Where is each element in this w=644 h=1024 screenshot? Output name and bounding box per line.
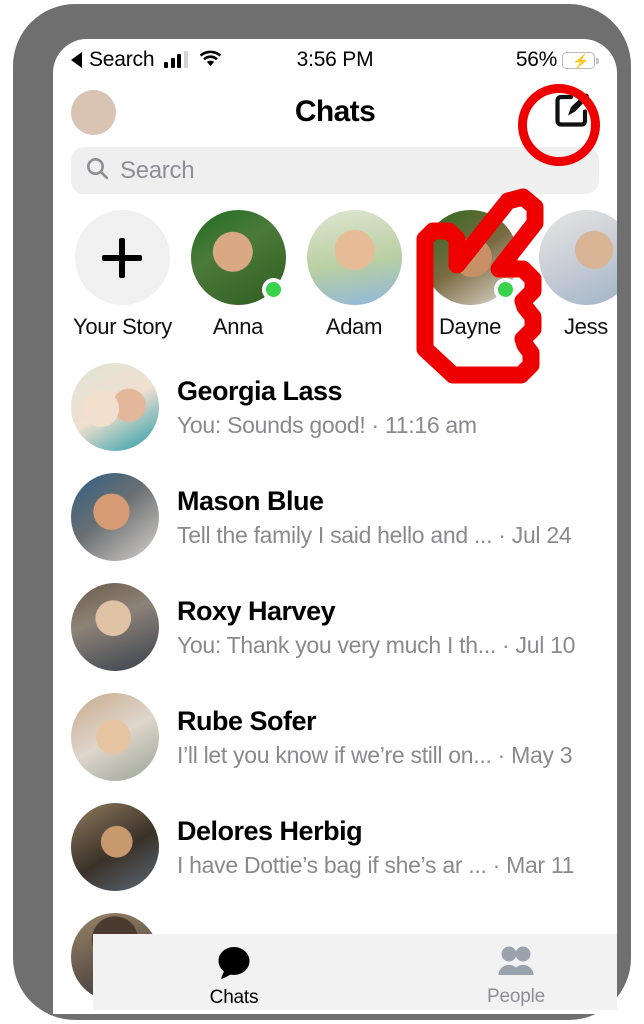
chat-preview: You: Sounds good! · 11:16 am — [177, 412, 477, 439]
phone-frame: Search 3:56 PM 56% ⚡ Chats Search Your S… — [13, 4, 631, 1020]
profile-avatar[interactable] — [71, 89, 116, 135]
chat-row-delores-herbig[interactable]: Delores Herbig I have Dottie’s bag if sh… — [53, 792, 617, 902]
search-icon — [85, 156, 110, 186]
phone-screen: Search 3:56 PM 56% ⚡ Chats Search Your S… — [53, 39, 617, 1014]
chat-avatar — [71, 583, 159, 671]
status-bar: Search 3:56 PM 56% ⚡ — [53, 39, 617, 81]
chat-name: Georgia Lass — [177, 375, 343, 406]
compose-button[interactable] — [549, 89, 595, 135]
carrier-back-label[interactable]: Search — [89, 48, 155, 72]
chat-avatar — [71, 693, 159, 781]
story-label: Your Story — [73, 314, 172, 339]
chat-name: Delores Herbig — [177, 815, 363, 846]
story-label: Anna — [212, 314, 264, 339]
tab-chats[interactable]: Chats — [93, 934, 375, 1010]
tab-people[interactable]: People — [375, 934, 617, 1010]
story-label: Jess — [563, 314, 609, 339]
chat-list[interactable]: Georgia Lass You: Sounds good! · 11:16 a… — [53, 352, 617, 1012]
plus-icon — [102, 237, 142, 278]
chat-row-roxy-harvey[interactable]: Roxy Harvey You: Thank you very much I t… — [53, 572, 617, 682]
story-item-dayne[interactable]: Dayne — [421, 210, 519, 342]
chat-preview: Tell the family I said hello and ... · J… — [177, 522, 572, 549]
status-bar-right: 56% ⚡ — [515, 48, 599, 72]
search-input[interactable]: Search — [71, 147, 599, 194]
battery-percent-label: 56% — [515, 48, 557, 71]
cellular-bars-icon — [164, 51, 188, 68]
page-title: Chats — [294, 95, 376, 128]
tab-label: People — [487, 985, 545, 1007]
chat-avatar — [71, 473, 159, 561]
tab-label: Chats — [209, 986, 259, 1008]
chat-row-georgia-lass[interactable]: Georgia Lass You: Sounds good! · 11:16 a… — [53, 352, 617, 462]
story-avatar — [538, 210, 617, 305]
story-label: Dayne — [438, 314, 502, 339]
chat-row-mason-blue[interactable]: Mason Blue Tell the family I said hello … — [53, 462, 617, 572]
battery-charging-icon: ⚡ — [562, 51, 599, 69]
add-story-button[interactable] — [74, 210, 170, 305]
story-label: Adam — [325, 314, 383, 339]
chat-name: Roxy Harvey — [177, 595, 336, 626]
online-status-dot — [493, 278, 517, 301]
story-item-anna[interactable]: Anna — [189, 210, 287, 342]
online-status-dot — [261, 278, 285, 301]
chat-preview: I have Dottie’s bag if she’s ar ... · Ma… — [177, 852, 575, 879]
chat-bubble-icon — [216, 944, 252, 985]
story-item-your-story[interactable]: Your Story — [73, 210, 172, 342]
status-bar-left: Search — [71, 48, 222, 73]
chat-avatar — [71, 363, 159, 451]
wifi-icon — [199, 49, 222, 73]
story-avatar — [306, 210, 402, 305]
back-caret-icon[interactable] — [71, 52, 82, 68]
chat-avatar — [71, 803, 159, 891]
compose-pencil-square-icon — [552, 90, 592, 135]
search-placeholder: Search — [120, 156, 195, 184]
chat-row-rube-sofer[interactable]: Rube Sofer I’ll let you know if we’re st… — [53, 682, 617, 792]
chat-name: Rube Sofer — [177, 705, 317, 736]
chat-preview: I’ll let you know if we’re still on... ·… — [177, 742, 573, 769]
people-icon — [497, 945, 535, 984]
stories-row[interactable]: Your Story Anna Adam Dayne Jess — [53, 210, 617, 342]
chat-preview: You: Thank you very much I th... · Jul 1… — [177, 632, 576, 659]
nav-header: Chats — [53, 81, 617, 143]
chat-name: Mason Blue — [177, 485, 324, 516]
story-item-jess[interactable]: Jess — [537, 210, 617, 342]
story-item-adam[interactable]: Adam — [305, 210, 403, 342]
tab-bar[interactable]: Chats People — [93, 934, 617, 1010]
